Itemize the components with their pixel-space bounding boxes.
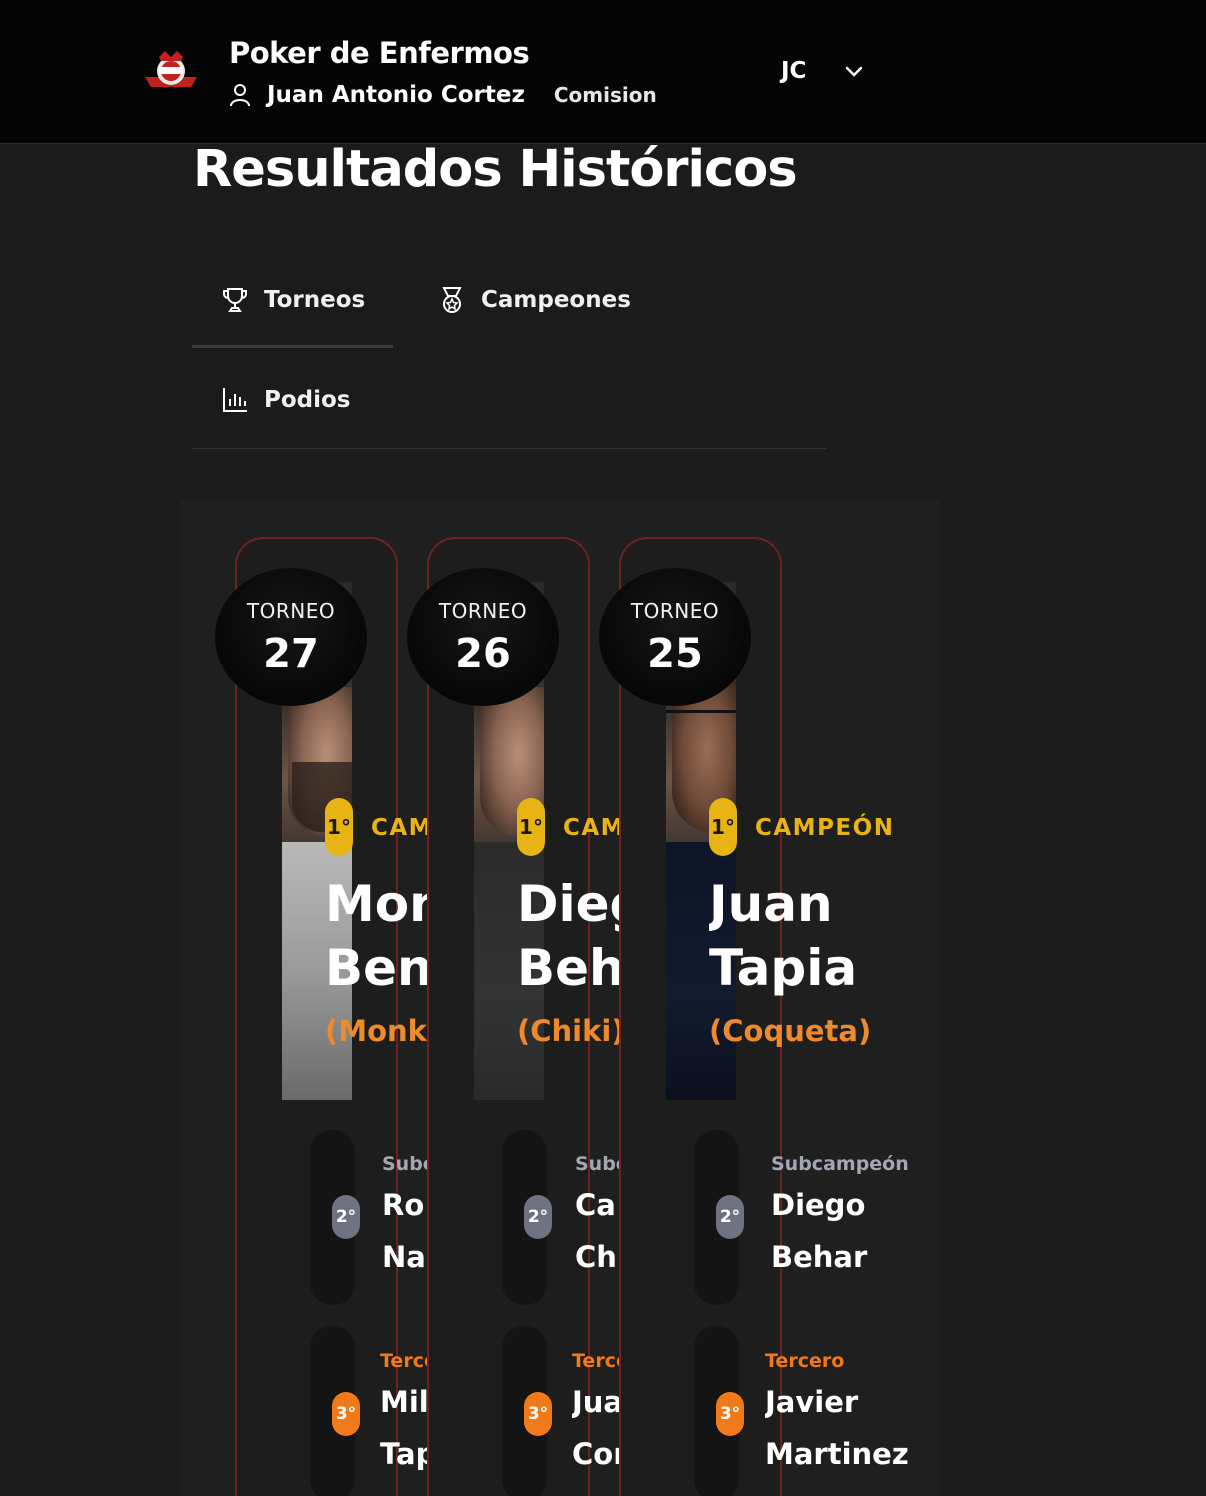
champion-label: CAMPEÓN [755,815,895,841]
champion-block: 1° CAMPEÓN MonoBenites (Monkey) [325,790,428,1050]
third-place-name: Mil Tap [380,1385,428,1471]
champion-name: DiegoBehar [517,875,620,997]
second-place-name: Ro Na [382,1188,426,1274]
champion-block: 1° CAMPEÓN Juan Tapia (Coqueta) [709,790,969,1050]
user-avatar-initials[interactable]: JC [781,58,806,84]
second-place-block: Subcampeón RoNa [382,1153,428,1293]
second-place-label: Subcampeón [382,1153,428,1175]
page-title: Resultados Históricos [193,140,798,199]
champion-block: 1° CAMPEÓN DiegoBehar (Chiki) [517,790,620,1050]
active-tab-indicator [192,345,393,348]
champion-label: CAMPEÓN [371,815,428,841]
chevron-down-icon[interactable] [843,62,865,82]
third-place-name: Javier Martinez [765,1385,909,1471]
champion-label: CAMPEÓN [563,815,620,841]
second-place-label: Subcampeón [771,1153,909,1175]
third-place-label: Tercero [765,1350,845,1372]
third-place-label: Tercero [380,1350,428,1372]
tournament-badge: TORNEO 26 [407,568,559,706]
champion-name: MonoBenites [325,875,428,997]
app-title[interactable]: Poker de Enfermos [229,36,530,70]
tab-podios[interactable]: Podios [220,385,351,415]
tab-label: Podios [264,387,351,413]
champion-nickname: (Chiki) [517,1014,620,1048]
second-place-name: Ca Ch [575,1188,617,1274]
second-place-name: Diego Behar [771,1188,868,1274]
tab-label: Campeones [481,287,631,313]
third-place-badge: 3° [524,1392,552,1436]
tournament-label: TORNEO [630,599,720,623]
tab-label: Torneos [264,287,366,313]
logo-icon[interactable] [145,47,197,95]
user-icon [229,82,251,108]
tournament-number: 26 [455,631,511,677]
tournament-label: TORNEO [246,599,336,623]
second-place-label: Subcampeón [575,1153,620,1175]
second-place-badge: 2° [332,1195,360,1239]
first-place-badge: 1° [517,798,545,856]
second-place-block: Subcampeón CaCh [575,1153,620,1293]
second-place-badge: 2° [716,1195,744,1239]
user-row: Juan Antonio Cortez Comision [229,82,657,108]
tabs-divider [192,448,826,449]
medal-icon [442,287,462,313]
first-place-badge: 1° [325,798,353,856]
third-place-badge: 3° [716,1392,744,1436]
champion-nickname: (Monkey) [325,1014,428,1048]
first-place-badge: 1° [709,798,737,856]
tournament-number: 25 [647,631,703,677]
trophy-icon [223,288,247,312]
third-place-name: JuaCor [572,1385,620,1471]
tournament-label: TORNEO [438,599,528,623]
second-place-block: Subcampeón Diego Behar [771,1153,971,1293]
champion-name: Juan Tapia [709,875,858,997]
third-place-block: Tercero Javier Martinez [765,1350,965,1490]
third-place-label: Tercero [572,1350,620,1372]
tournament-badge: TORNEO 25 [599,568,751,706]
third-place-block: Tercero MilTap [380,1350,428,1490]
third-place-badge: 3° [332,1392,360,1436]
second-place-badge: 2° [524,1195,552,1239]
user-name: Juan Antonio Cortez [267,82,525,108]
role-link[interactable]: Comision [554,83,657,107]
bar-chart-icon [223,388,247,412]
third-place-block: Tercero JuaCor [572,1350,620,1490]
tab-torneos[interactable]: Torneos [220,285,365,315]
top-header: Poker de Enfermos Juan Antonio Cortez Co… [0,0,1206,144]
tab-campeones[interactable]: Campeones [437,285,631,315]
tournament-badge: TORNEO 27 [215,568,367,706]
tournament-number: 27 [263,631,319,677]
champion-nickname: (Coqueta) [709,1014,872,1048]
